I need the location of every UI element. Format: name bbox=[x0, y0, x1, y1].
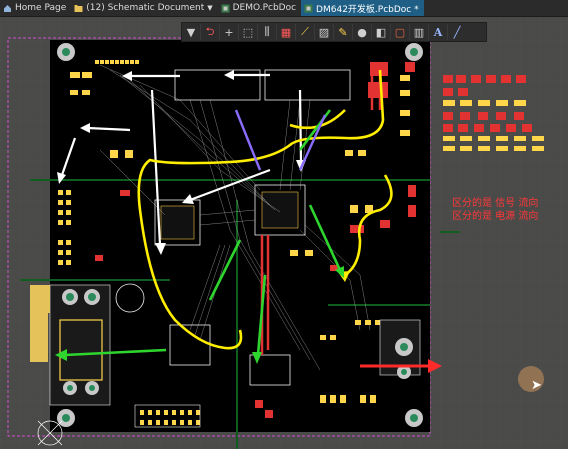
annotation-power-flow: 区分的是 电源 流向 bbox=[452, 211, 539, 222]
pcb-icon bbox=[304, 4, 313, 13]
poly-icon[interactable]: ▨ bbox=[315, 24, 334, 40]
rect-icon[interactable]: ▢ bbox=[391, 24, 410, 40]
tab-schematic-document[interactable]: (12) Schematic Document ▼ bbox=[71, 0, 217, 16]
filter-icon[interactable]: ▼ bbox=[182, 24, 201, 40]
tab-home-page[interactable]: Home Page bbox=[0, 0, 71, 16]
tab-label: DEMO.PcbDoc bbox=[232, 3, 297, 13]
cross-icon[interactable]: + bbox=[220, 24, 239, 40]
active-bar-toolbar: ▼ ⮌ + ⬚ ⫼ ▦ ⟋ ▨ ✎ ● ◧ ▢ ▥ A ╱ bbox=[181, 22, 487, 42]
mouse-pointer-icon: ➤ bbox=[531, 378, 542, 393]
pcb-drawing bbox=[0, 17, 568, 449]
route-icon[interactable]: ⮌ bbox=[201, 24, 220, 40]
chevron-down-icon[interactable]: ▼ bbox=[207, 4, 212, 12]
tab-label: Home Page bbox=[15, 3, 67, 13]
pcb-icon bbox=[221, 4, 230, 13]
highlight-icon[interactable]: ✎ bbox=[334, 24, 353, 40]
tab-label: DM642开发板.PcbDoc * bbox=[316, 4, 419, 15]
tab-dm642-pcbdoc[interactable]: DM642开发板.PcbDoc * bbox=[301, 0, 424, 16]
chart-icon[interactable]: ▥ bbox=[410, 24, 429, 40]
tab-demo-pcbdoc[interactable]: DEMO.PcbDoc bbox=[218, 0, 301, 16]
select-rect-icon[interactable]: ⬚ bbox=[239, 24, 258, 40]
align-icon[interactable]: ⫼ bbox=[258, 24, 277, 40]
pad-icon[interactable]: ◧ bbox=[372, 24, 391, 40]
folder-icon bbox=[74, 4, 83, 13]
tab-label: (12) Schematic Document bbox=[86, 3, 205, 13]
pcb-canvas[interactable]: 区分的是 信号 流向 区分的是 电源 流向 ➤ bbox=[0, 17, 568, 449]
ruler-icon[interactable]: ⟋ bbox=[296, 24, 315, 40]
home-icon bbox=[3, 4, 12, 13]
line-icon[interactable]: ╱ bbox=[448, 24, 466, 40]
via-icon[interactable]: ● bbox=[353, 24, 372, 40]
document-tab-bar: Home Page (12) Schematic Document ▼ DEMO… bbox=[0, 0, 568, 17]
text-icon[interactable]: A bbox=[429, 24, 448, 40]
component-icon[interactable]: ▦ bbox=[277, 24, 296, 40]
